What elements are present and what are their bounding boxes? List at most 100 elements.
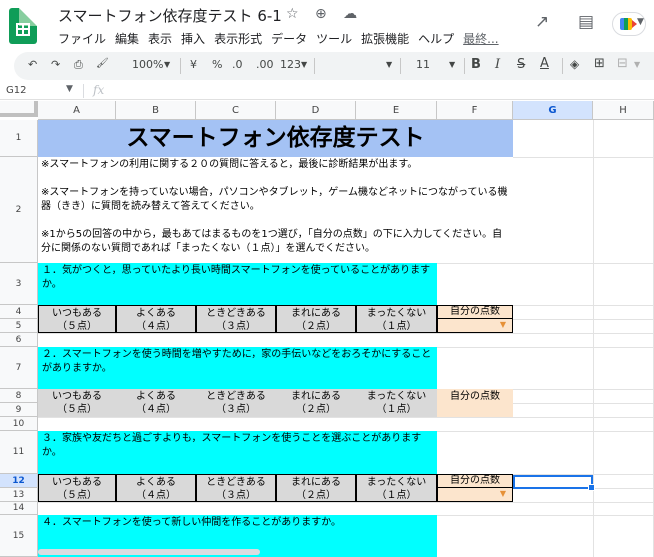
currency-format-button[interactable]: ¥ [190, 58, 197, 71]
merge-cells-icon[interactable]: ⊟ [617, 56, 628, 71]
star-move-cloud-icons[interactable]: ☆ ⊕ ☁ [286, 6, 363, 22]
column-header-c[interactable]: C [196, 101, 276, 120]
formula-bar: G12 ▼ fx [0, 82, 654, 100]
row-header-13[interactable]: 13 [0, 488, 38, 502]
option-label: まれにある [291, 477, 341, 488]
column-header-e[interactable]: E [356, 101, 437, 120]
menu-tools[interactable]: ツール [316, 30, 352, 47]
italic-button[interactable]: I [495, 57, 500, 72]
option-cell[interactable]: ときどきある （３点） [196, 389, 276, 417]
zoom-select[interactable]: 100% [132, 58, 163, 71]
menu-insert[interactable]: 挿入 [181, 30, 205, 47]
row-header-5[interactable]: 5 [0, 319, 38, 333]
fill-color-icon[interactable]: ◈ [570, 57, 579, 71]
option-points: （５点） [57, 490, 97, 501]
question-cell-2[interactable]: ２．スマートフォンを使う時間を増やすために，家の手伝いなどをおろそかにすることが… [38, 347, 437, 389]
option-cell[interactable]: よくある （４点） [116, 305, 196, 333]
increase-decimal-button[interactable]: .00 [256, 58, 274, 71]
row-header-8[interactable]: 8 [0, 389, 38, 403]
option-cell[interactable]: まれにある （２点） [276, 389, 356, 417]
option-cell[interactable]: よくある （４点） [116, 474, 196, 502]
row-header-2[interactable]: 2 [0, 157, 38, 263]
instruction-line: ※1から5の回答の中から，最もあてはまるものを1つ選び，「自分の点数」の下に入力… [41, 229, 503, 254]
row-header-11[interactable]: 11 [0, 431, 38, 474]
name-box[interactable]: G12 [6, 85, 26, 96]
merge-chevron-icon: ▼ [634, 60, 641, 69]
question-cell-3[interactable]: ３．家族や友だちと過ごすよりも，スマートフォンを使うことを選ぶことがありますか。 [38, 431, 437, 474]
row-header-4[interactable]: 4 [0, 305, 38, 319]
borders-icon[interactable]: ⊞ [594, 56, 605, 71]
menu-format[interactable]: 表示形式 [214, 30, 262, 47]
dropdown-arrow-icon[interactable]: ▼ [500, 489, 506, 498]
score-header-2[interactable]: 自分の点数 [437, 389, 513, 417]
chevron-down-icon: ▼ [637, 17, 644, 27]
option-label: まれにある [291, 391, 341, 402]
menu-data[interactable]: データ [271, 30, 307, 47]
menu-extensions[interactable]: 拡張機能 [361, 30, 409, 47]
option-cell[interactable]: ときどきある （３点） [196, 474, 276, 502]
font-chevron-icon[interactable]: ▼ [386, 60, 392, 69]
option-cell[interactable]: まったくない （１点） [356, 389, 437, 417]
menu-file[interactable]: ファイル [58, 30, 106, 47]
dropdown-arrow-icon[interactable]: ▼ [500, 320, 506, 329]
select-all-corner[interactable] [0, 101, 38, 117]
row-header-1[interactable]: 1 [0, 120, 38, 157]
trend-icon[interactable]: ↗ [535, 12, 549, 32]
percent-format-button[interactable]: % [212, 58, 222, 71]
row-header-10[interactable]: 10 [0, 417, 38, 431]
column-header-b[interactable]: B [116, 101, 196, 120]
text-color-button[interactable]: A [540, 56, 549, 71]
column-header-d[interactable]: D [276, 101, 356, 120]
option-cell[interactable]: まったくない （１点） [356, 305, 437, 333]
option-cell[interactable]: まれにある （２点） [276, 474, 356, 502]
row-header-15[interactable]: 15 [0, 515, 38, 557]
sheet-title-cell[interactable]: スマートフォン依存度テスト [38, 120, 513, 157]
option-points: （４点） [136, 404, 176, 415]
row-header-9[interactable]: 9 [0, 403, 38, 417]
comment-icon[interactable]: ▤ [578, 12, 594, 32]
column-header-a[interactable]: A [38, 101, 116, 120]
option-cell[interactable]: まったくない （１点） [356, 474, 437, 502]
menu-edit[interactable]: 編集 [115, 30, 139, 47]
option-cell[interactable]: いつもある （５点） [38, 389, 116, 417]
row-header-12[interactable]: 12 [0, 474, 38, 488]
document-title[interactable]: スマートフォン依存度テスト 6-1 [58, 5, 282, 26]
option-label: よくある [136, 391, 176, 402]
option-cell[interactable]: ときどきある （３点） [196, 305, 276, 333]
menu-help[interactable]: ヘルプ [418, 30, 454, 47]
score-input-3[interactable]: ▼ [437, 488, 513, 502]
score-input-1[interactable]: ▼ [437, 319, 513, 333]
strikethrough-button[interactable]: S [517, 57, 525, 72]
bold-button[interactable]: B [471, 57, 481, 72]
font-size-select[interactable]: 11 [416, 58, 430, 71]
row-header-7[interactable]: 7 [0, 347, 38, 389]
column-header-g[interactable]: G [513, 101, 593, 120]
sheets-logo-icon[interactable] [9, 8, 37, 44]
decrease-decimal-button[interactable]: .0 [232, 58, 243, 71]
undo-icon[interactable]: ↶ [28, 58, 37, 71]
option-cell[interactable]: いつもある （５点） [38, 474, 116, 502]
selected-cell-g12[interactable] [513, 475, 595, 491]
meet-button[interactable]: ▼ [612, 12, 646, 36]
print-icon[interactable]: ⎙ [74, 58, 83, 72]
paint-format-icon[interactable]: 🖌 [96, 58, 109, 69]
option-cell[interactable]: まれにある （２点） [276, 305, 356, 333]
horizontal-scrollbar[interactable] [38, 549, 260, 555]
question-cell-1[interactable]: １．気がつくと，思っていたより長い時間スマートフォンを使っていることがありますか… [38, 263, 437, 305]
row-header-3[interactable]: 3 [0, 263, 38, 305]
option-cell[interactable]: いつもある （５点） [38, 305, 116, 333]
row-header-14[interactable]: 14 [0, 502, 38, 515]
more-formats-button[interactable]: 123 [280, 58, 301, 71]
name-box-chevron-icon[interactable]: ▼ [66, 84, 73, 94]
last-edit-link[interactable]: 最終... [463, 30, 498, 47]
row-header-6[interactable]: 6 [0, 333, 38, 347]
spreadsheet-grid[interactable]: A B C D E F G H 1 2 3 4 5 6 7 8 9 10 11 … [0, 101, 654, 557]
option-cell[interactable]: よくある （４点） [116, 389, 196, 417]
column-header-h[interactable]: H [593, 101, 654, 120]
option-points: （１点） [376, 490, 417, 501]
column-header-f[interactable]: F [437, 101, 513, 120]
redo-icon[interactable]: ↷ [51, 58, 60, 71]
menu-view[interactable]: 表示 [148, 30, 172, 47]
instructions-cell[interactable]: ※スマートフォンの利用に関する２０の質問に答えると，最後に診断結果が出ます。 ※… [38, 157, 513, 263]
zoom-chevron-icon: ▼ [164, 60, 171, 69]
